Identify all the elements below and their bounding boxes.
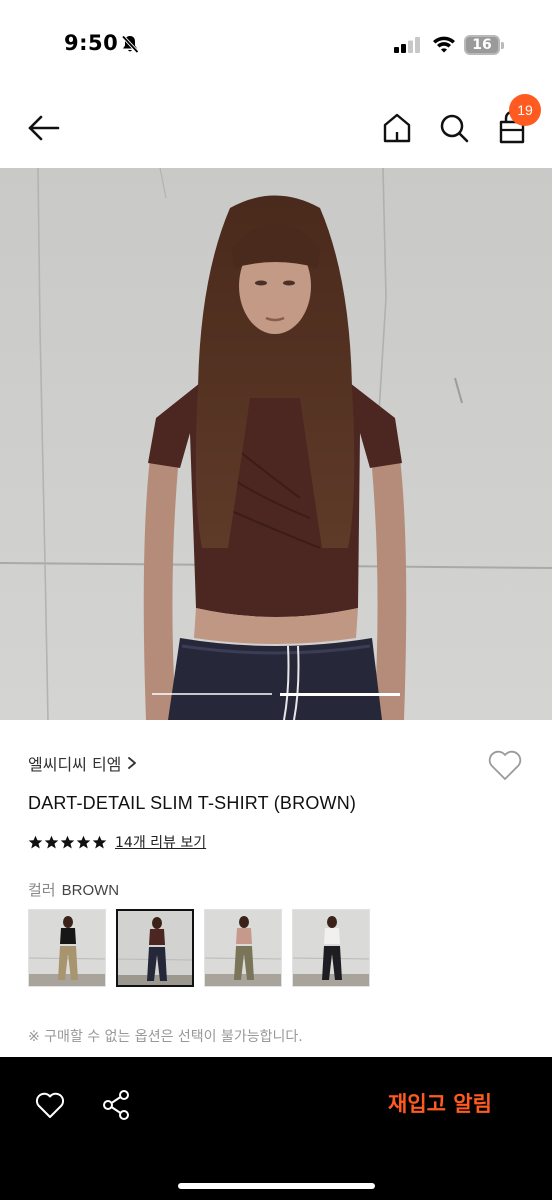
signal-icon [394,37,420,53]
carousel-dot-active [280,693,400,696]
search-button[interactable] [437,110,471,146]
back-arrow-icon [28,115,60,141]
color-swatches [28,909,373,989]
back-button[interactable] [24,110,64,146]
product-image[interactable] [0,168,552,720]
star-icon [76,835,91,848]
heart-icon [35,1092,65,1118]
star-icon [92,835,107,848]
status-time: 9:50 [64,31,119,55]
color-label: 컬러 BROWN [28,879,119,900]
status-bar: 9:50 16 [0,0,552,90]
review-link[interactable]: 14개 리뷰 보기 [115,832,206,852]
wifi-icon [433,36,455,53]
color-swatch-pink[interactable] [204,909,282,987]
star-icon [44,835,59,848]
color-label-key: 컬러 [28,881,56,899]
product-title: DART-DETAIL SLIM T-SHIRT (BROWN) [28,793,357,813]
carousel-dot [152,693,272,695]
share-button[interactable] [100,1088,132,1122]
color-value: BROWN [61,882,120,899]
home-indicator [178,1183,375,1189]
home-icon [383,113,411,143]
color-swatch-black[interactable] [28,909,106,987]
color-swatch-white[interactable] [292,909,370,987]
bottom-action-bar: 재입고 알림 [0,1057,552,1200]
carousel-indicator [152,693,400,696]
battery-level: 16 [472,37,492,53]
star-icon [28,835,43,848]
wishlist-button[interactable] [486,746,524,784]
search-icon [440,114,469,143]
home-button[interactable] [380,110,414,146]
star-icon [60,835,75,848]
battery-icon: 16 [464,35,504,55]
brand-name: 엘씨디씨 티엠 [28,755,122,774]
model-photo [0,168,552,720]
chevron-right-icon [128,757,137,769]
restock-alert-button[interactable]: 재입고 알림 [360,1081,520,1127]
rating-stars [28,835,107,850]
heart-outline-icon [488,750,522,780]
rating-row: 14개 리뷰 보기 [28,831,206,853]
like-button[interactable] [34,1089,66,1121]
color-swatch-brown[interactable] [116,909,194,987]
cart-count-badge: 19 [509,94,541,126]
share-icon [103,1090,129,1120]
bell-muted-icon [121,35,139,54]
app-header: 19 [0,90,552,168]
option-notice: ※ 구매할 수 없는 옵션은 선택이 불가능합니다. [28,1029,303,1045]
brand-link[interactable]: 엘씨디씨 티엠 [28,750,137,776]
